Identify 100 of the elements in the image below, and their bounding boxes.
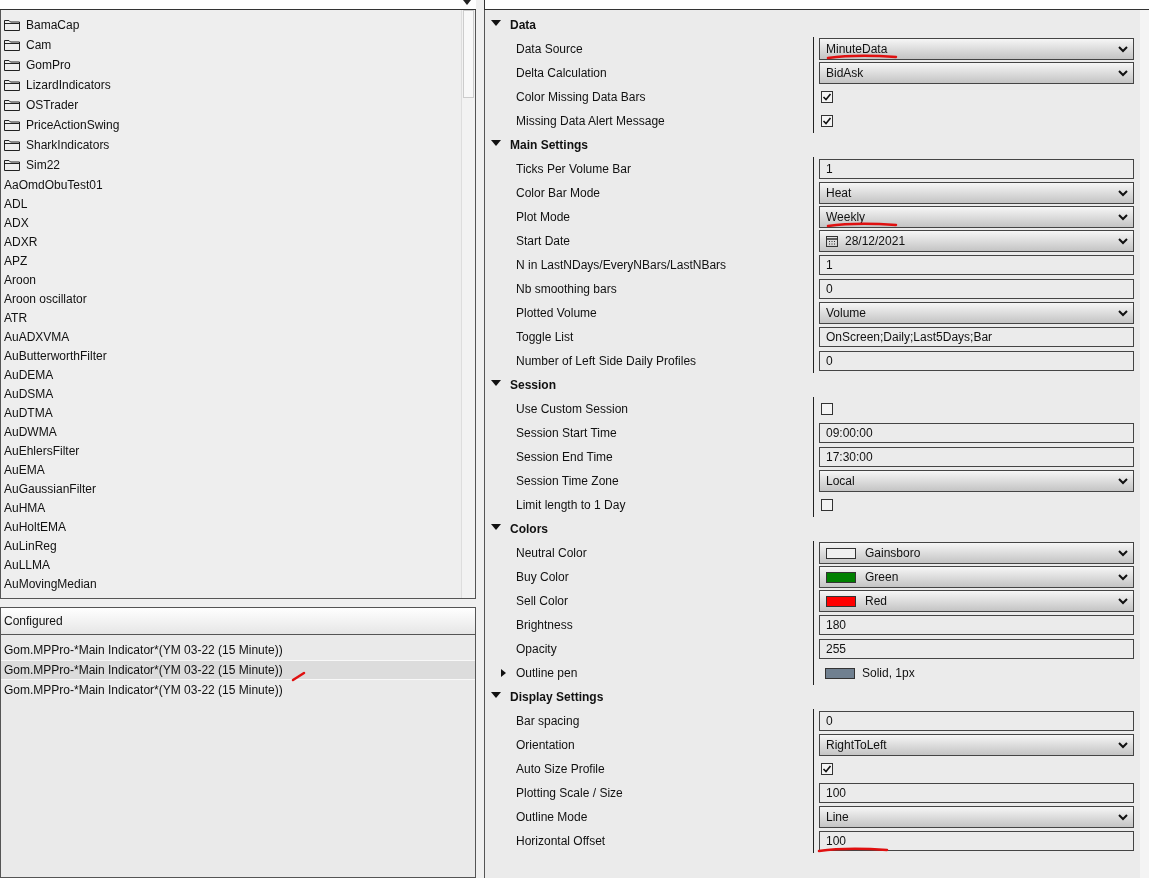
folder-icon bbox=[4, 159, 20, 171]
property-label: Session Start Time bbox=[516, 425, 617, 442]
chevron-icon bbox=[1118, 477, 1128, 485]
indicator-item[interactable]: ADX bbox=[1, 213, 29, 232]
checked-checkbox[interactable] bbox=[821, 91, 833, 103]
indicator-item[interactable]: AuLLMA bbox=[1, 555, 51, 574]
dropdown[interactable]: Weekly bbox=[819, 206, 1134, 228]
indicator-item[interactable]: AuLinReg bbox=[1, 536, 57, 555]
dropdown[interactable]: Local bbox=[819, 470, 1134, 492]
section-title: Data bbox=[510, 17, 536, 34]
section-title: Display Settings bbox=[510, 689, 604, 706]
indicator-item[interactable]: APZ bbox=[1, 251, 28, 270]
indicator-item[interactable]: AuEMA bbox=[1, 460, 45, 479]
indicator-item[interactable]: AuHMA bbox=[1, 498, 46, 517]
input-field[interactable]: 0 bbox=[819, 711, 1134, 731]
indicator-item[interactable]: AuDWMA bbox=[1, 422, 57, 441]
property-label: Outline pen bbox=[516, 665, 578, 682]
property-label: Data Source bbox=[516, 41, 583, 58]
indicator-item[interactable]: ATR bbox=[1, 308, 28, 327]
calendar-icon bbox=[826, 235, 838, 247]
indicator-item[interactable]: AuDEMA bbox=[1, 365, 54, 384]
folder-item[interactable]: BamaCap bbox=[26, 16, 80, 34]
dropdown[interactable]: Heat bbox=[819, 182, 1134, 204]
input-field[interactable]: 09:00:00 bbox=[819, 423, 1134, 443]
indicator-item[interactable]: AuHoltEMA bbox=[1, 517, 67, 536]
date-picker[interactable]: 28/12/2021 bbox=[819, 230, 1134, 252]
input-field[interactable]: 100 bbox=[819, 783, 1134, 803]
indicator-item[interactable]: AuGaussianFilter bbox=[1, 479, 97, 498]
input-field[interactable]: 0 bbox=[819, 279, 1134, 299]
indicator-item[interactable]: AuButterworthFilter bbox=[1, 346, 107, 365]
property-label: Horizontal Offset bbox=[516, 833, 606, 850]
input-field[interactable]: 17:30:00 bbox=[819, 447, 1134, 467]
property-label: Number of Left Side Daily Profiles bbox=[516, 353, 697, 370]
folder-icon bbox=[4, 19, 20, 31]
indicator-item[interactable]: AuADXVMA bbox=[1, 327, 70, 346]
checked-checkbox[interactable] bbox=[821, 115, 833, 127]
chevron-icon bbox=[1118, 45, 1128, 53]
section-title: Session bbox=[510, 377, 557, 394]
indicator-item[interactable]: ADL bbox=[1, 194, 28, 213]
indicator-item[interactable]: ADXR bbox=[1, 232, 38, 251]
folder-item[interactable]: OSTrader bbox=[26, 96, 79, 114]
folder-icon bbox=[4, 79, 20, 91]
property-label: Neutral Color bbox=[516, 545, 587, 562]
property-label: N in LastNDays/EveryNBars/LastNBars bbox=[516, 257, 727, 274]
section-title: Colors bbox=[510, 521, 548, 538]
property-label: Session End Time bbox=[516, 449, 613, 466]
dropdown[interactable]: BidAsk bbox=[819, 62, 1134, 84]
indicator-item[interactable]: AuMovingMedian bbox=[1, 574, 97, 593]
folder-item[interactable]: Cam bbox=[26, 36, 52, 54]
property-label: Toggle List bbox=[516, 329, 574, 346]
input-field[interactable]: OnScreen;Daily;Last5Days;Bar bbox=[819, 327, 1134, 347]
property-label: Start Date bbox=[516, 233, 571, 250]
checked-checkbox[interactable] bbox=[821, 763, 833, 775]
property-label: Delta Calculation bbox=[516, 65, 607, 82]
indicator-item[interactable]: Aroon oscillator bbox=[1, 289, 87, 308]
folder-icon bbox=[4, 59, 20, 71]
property-label: Plotted Volume bbox=[516, 305, 597, 322]
dropdown[interactable]: Volume bbox=[819, 302, 1134, 324]
indicator-item[interactable]: AuDTMA bbox=[1, 403, 53, 422]
property-label: Buy Color bbox=[516, 569, 569, 586]
chevron-icon bbox=[1118, 549, 1128, 557]
chevron-icon bbox=[1118, 69, 1128, 77]
checkbox[interactable] bbox=[821, 499, 833, 511]
property-label: Use Custom Session bbox=[516, 401, 629, 418]
folder-item[interactable]: PriceActionSwing bbox=[26, 116, 120, 134]
dropdown[interactable]: RightToLeft bbox=[819, 734, 1134, 756]
property-label: Nb smoothing bars bbox=[516, 281, 617, 298]
input-field[interactable]: 1 bbox=[819, 159, 1134, 179]
configured-item[interactable]: Gom.MPPro-*Main Indicator*(YM 03-22 (15 Minute)) bbox=[1, 680, 475, 700]
input-field[interactable]: 100 bbox=[819, 831, 1134, 851]
input-field[interactable]: 255 bbox=[819, 639, 1134, 659]
panel-title-text: Configured bbox=[4, 613, 63, 630]
folder-item[interactable]: Sim22 bbox=[26, 156, 60, 174]
dropdown[interactable]: Line bbox=[819, 806, 1134, 828]
folder-item[interactable]: SharkIndicators bbox=[26, 136, 110, 154]
folder-item[interactable]: LizardIndicators bbox=[26, 76, 111, 94]
checkbox[interactable] bbox=[821, 403, 833, 415]
input-field[interactable]: 180 bbox=[819, 615, 1134, 635]
color-dropdown[interactable]: Green bbox=[819, 566, 1134, 588]
chevron-icon bbox=[1118, 213, 1128, 221]
scrollbar-thumb[interactable] bbox=[463, 10, 474, 98]
input-field[interactable]: 0 bbox=[819, 351, 1134, 371]
chevron-icon bbox=[1118, 189, 1128, 197]
folder-item[interactable]: GomPro bbox=[26, 56, 71, 74]
color-dropdown[interactable]: Red bbox=[819, 590, 1134, 612]
input-field[interactable]: 1 bbox=[819, 255, 1134, 275]
indicator-item[interactable]: AuDSMA bbox=[1, 384, 54, 403]
chevron-icon[interactable] bbox=[462, 0, 472, 6]
color-dropdown[interactable]: Gainsboro bbox=[819, 542, 1134, 564]
property-label: Outline Mode bbox=[516, 809, 588, 826]
indicator-item[interactable]: AuEhlersFilter bbox=[1, 441, 80, 460]
folder-icon bbox=[4, 119, 20, 131]
configured-item[interactable]: Gom.MPPro-*Main Indicator*(YM 03-22 (15 Minute)) bbox=[1, 640, 475, 660]
dropdown[interactable]: MinuteData bbox=[819, 38, 1134, 60]
chevron-icon bbox=[1118, 813, 1128, 821]
configured-item[interactable]: Gom.MPPro-*Main Indicator*(YM 03-22 (15 Minute)) bbox=[1, 660, 475, 680]
property-label: Bar spacing bbox=[516, 713, 580, 730]
indicator-item[interactable]: Aroon bbox=[1, 270, 37, 289]
property-label: Missing Data Alert Message bbox=[516, 113, 665, 130]
indicator-item[interactable]: AaOmdObuTest01 bbox=[1, 175, 103, 194]
